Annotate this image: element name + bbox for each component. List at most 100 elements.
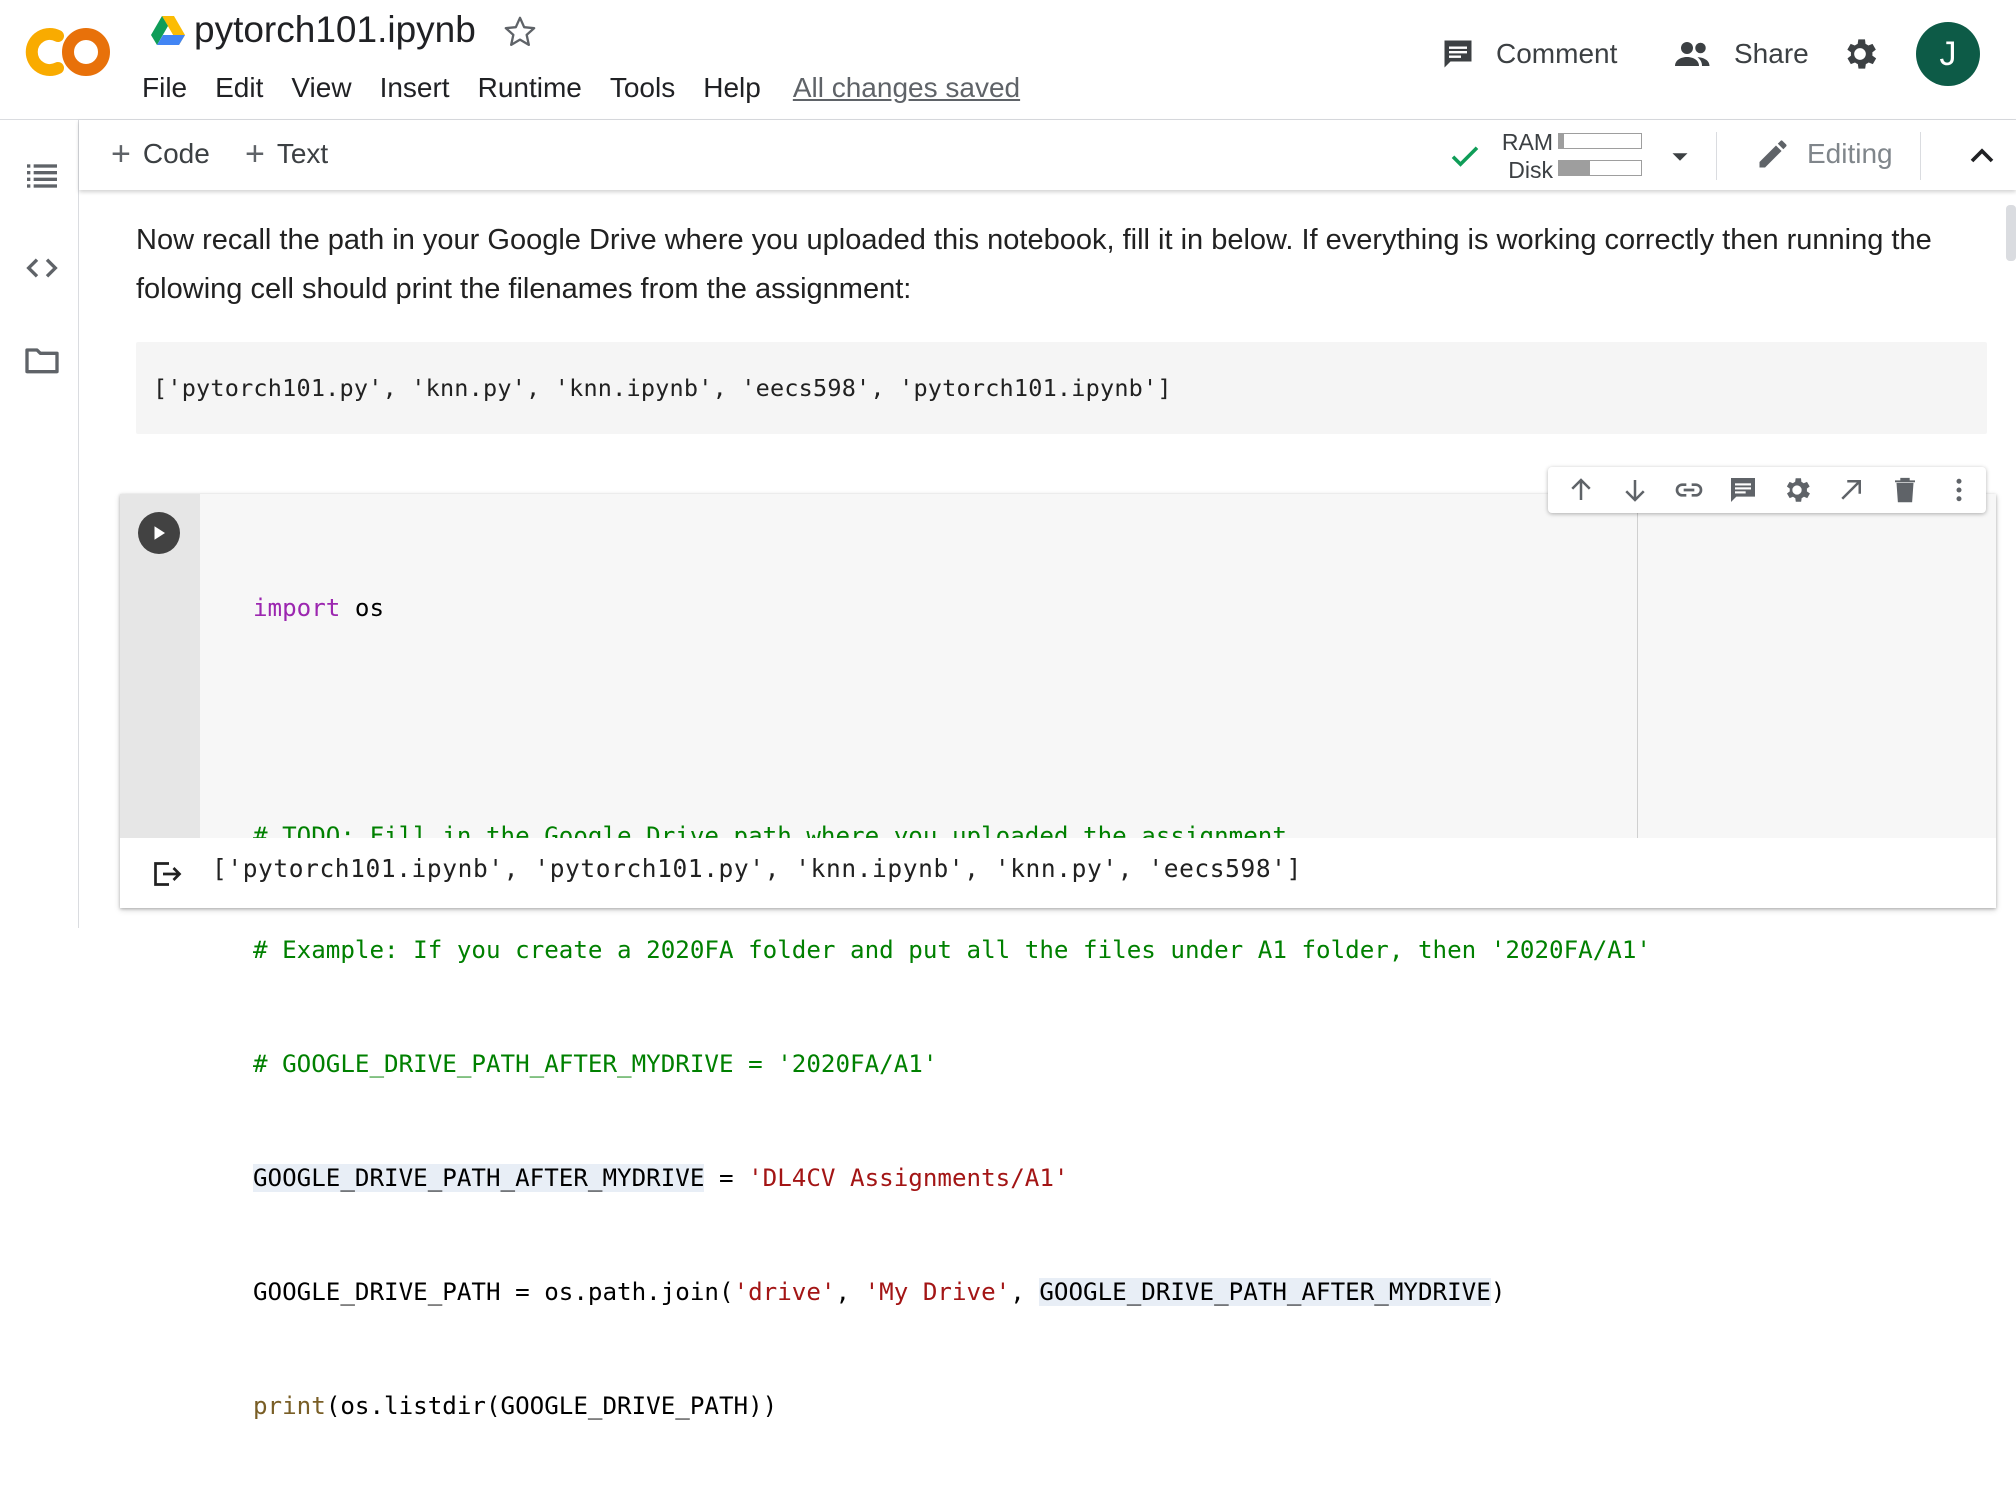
code-cell-output-text: ['pytorch101.ipynb', 'pytorch101.py', 'k…	[212, 854, 1302, 883]
menu-view[interactable]: View	[291, 70, 351, 106]
comment-label: Comment	[1496, 38, 1618, 69]
share-button[interactable]: Share	[1672, 30, 1809, 78]
add-comment-button[interactable]	[1716, 467, 1770, 513]
code-text-segment: ,	[1010, 1278, 1040, 1306]
code-snippets-icon[interactable]	[22, 248, 62, 288]
ram-usage-fill	[1559, 134, 1564, 148]
code-line-1: import os	[253, 589, 1651, 627]
user-avatar[interactable]: J	[1916, 22, 1980, 86]
colab-logo[interactable]	[24, 22, 114, 82]
pencil-icon	[1759, 140, 1787, 168]
menu-bar: File Edit View Insert Runtime Tools Help…	[142, 68, 1020, 108]
share-label: Share	[1734, 38, 1809, 69]
text-cell-output-block: ['pytorch101.py', 'knn.py', 'knn.ipynb',…	[136, 342, 1987, 434]
code-builtin: print	[253, 1392, 326, 1420]
plus-icon: +	[245, 134, 265, 173]
cell-settings-button[interactable]	[1770, 467, 1824, 513]
menu-tools[interactable]: Tools	[610, 70, 675, 106]
plus-icon: +	[111, 134, 131, 173]
code-line-6: GOOGLE_DRIVE_PATH_AFTER_MYDRIVE = 'DL4CV…	[253, 1159, 1651, 1197]
code-line-4: # Example: If you create a 2020FA folder…	[253, 931, 1651, 969]
chevron-up-icon[interactable]	[1962, 136, 2002, 176]
link-to-cell-button[interactable]	[1662, 467, 1716, 513]
comment-button[interactable]: Comment	[1440, 30, 1617, 78]
toolbar-divider	[1716, 132, 1717, 180]
code-cell-gutter	[120, 494, 200, 838]
code-comment: # GOOGLE_DRIVE_PATH_AFTER_MYDRIVE = '202…	[253, 1050, 938, 1078]
code-cell[interactable]: import os # TODO: Fill in the Google Dri…	[120, 494, 1996, 1420]
code-text-segment: )	[1490, 1278, 1506, 1306]
disk-usage-bar	[1558, 160, 1642, 176]
code-text[interactable]: import os # TODO: Fill in the Google Dri…	[253, 513, 1651, 1501]
more-options-icon	[1956, 478, 1962, 502]
comment-icon	[1731, 478, 1755, 502]
more-options-button[interactable]	[1932, 467, 1986, 513]
left-sidebar	[0, 120, 79, 928]
code-text-segment: GOOGLE_DRIVE_PATH = os.path.join(	[253, 1278, 734, 1306]
star-icon[interactable]	[500, 12, 540, 52]
editing-mode-button[interactable]: Editing	[1755, 134, 1893, 174]
output-exit-icon[interactable]	[148, 856, 184, 892]
code-text-segment: =	[704, 1164, 749, 1192]
add-text-label: Text	[276, 138, 329, 169]
app-header: pytorch101.ipynb File Edit View Insert R…	[0, 0, 2016, 120]
toolbar-divider	[1920, 132, 1921, 180]
menu-help[interactable]: Help	[703, 70, 761, 106]
open-in-tab-button[interactable]	[1824, 467, 1878, 513]
menu-edit[interactable]: Edit	[215, 70, 263, 106]
scrollbar-thumb[interactable]	[2006, 205, 2016, 261]
code-string: 'DL4CV Assignments/A1'	[748, 1164, 1069, 1192]
menu-file[interactable]: File	[142, 70, 187, 106]
code-variable: GOOGLE_DRIVE_PATH_AFTER_MYDRIVE	[253, 1164, 705, 1192]
code-comment: # Example: If you create a 2020FA folder…	[253, 936, 1651, 964]
check-icon[interactable]	[1447, 138, 1483, 174]
code-text-segment: (os.listdir(GOOGLE_DRIVE_PATH))	[325, 1392, 778, 1420]
notebook-toolbar: + Code + Text RAM Disk Editing	[79, 120, 2016, 190]
code-text-segment: ,	[835, 1278, 865, 1306]
gear-icon[interactable]	[1840, 34, 1880, 74]
ram-usage-bar	[1558, 133, 1642, 149]
link-icon	[1675, 483, 1703, 497]
markdown-text-cell[interactable]: Now recall the path in your Google Drive…	[136, 216, 1986, 314]
code-line-5: # GOOGLE_DRIVE_PATH_AFTER_MYDRIVE = '202…	[253, 1045, 1651, 1083]
save-status-link[interactable]: All changes saved	[793, 70, 1020, 106]
menu-runtime[interactable]: Runtime	[478, 70, 582, 106]
code-line-8: print(os.listdir(GOOGLE_DRIVE_PATH))	[253, 1387, 1651, 1425]
open-in-tab-icon	[1841, 480, 1861, 500]
move-down-icon	[1625, 480, 1645, 502]
notebook-title[interactable]: pytorch101.ipynb	[194, 6, 476, 54]
move-up-icon	[1571, 478, 1591, 500]
editing-label: Editing	[1807, 138, 1893, 169]
cell-toolbar	[1548, 467, 1986, 513]
resource-labels[interactable]: RAM Disk	[1489, 128, 1553, 184]
code-text-segment: os	[340, 594, 385, 622]
code-line-7: GOOGLE_DRIVE_PATH = os.path.join('drive'…	[253, 1273, 1651, 1311]
disk-usage-fill	[1559, 161, 1591, 175]
table-of-contents-icon[interactable]	[22, 156, 62, 196]
code-string: 'drive'	[733, 1278, 836, 1306]
text-cell-output-text: ['pytorch101.py', 'knn.py', 'knn.ipynb',…	[153, 374, 1172, 402]
code-keyword: import	[253, 594, 341, 622]
run-cell-button[interactable]	[138, 512, 180, 554]
comment-icon	[1444, 40, 1472, 68]
files-folder-icon[interactable]	[22, 340, 62, 380]
ram-label: RAM	[1501, 129, 1553, 155]
menu-insert[interactable]: Insert	[380, 70, 450, 106]
add-code-cell-button[interactable]: + Code	[111, 134, 210, 174]
add-code-label: Code	[142, 138, 210, 169]
chevron-down-icon[interactable]	[1665, 142, 1695, 172]
add-text-cell-button[interactable]: + Text	[245, 134, 328, 174]
people-icon	[1675, 42, 1710, 66]
settings-icon	[1786, 478, 1810, 502]
move-cell-up-button[interactable]	[1554, 467, 1608, 513]
delete-icon	[1895, 477, 1915, 503]
move-cell-down-button[interactable]	[1608, 467, 1662, 513]
play-icon	[154, 526, 165, 540]
code-string: 'My Drive'	[864, 1278, 1011, 1306]
google-drive-icon[interactable]	[150, 14, 186, 46]
code-cell-output: ['pytorch101.ipynb', 'pytorch101.py', 'k…	[120, 838, 1996, 908]
disk-label: Disk	[1508, 157, 1553, 183]
code-variable: GOOGLE_DRIVE_PATH_AFTER_MYDRIVE	[1039, 1278, 1491, 1306]
delete-cell-button[interactable]	[1878, 467, 1932, 513]
